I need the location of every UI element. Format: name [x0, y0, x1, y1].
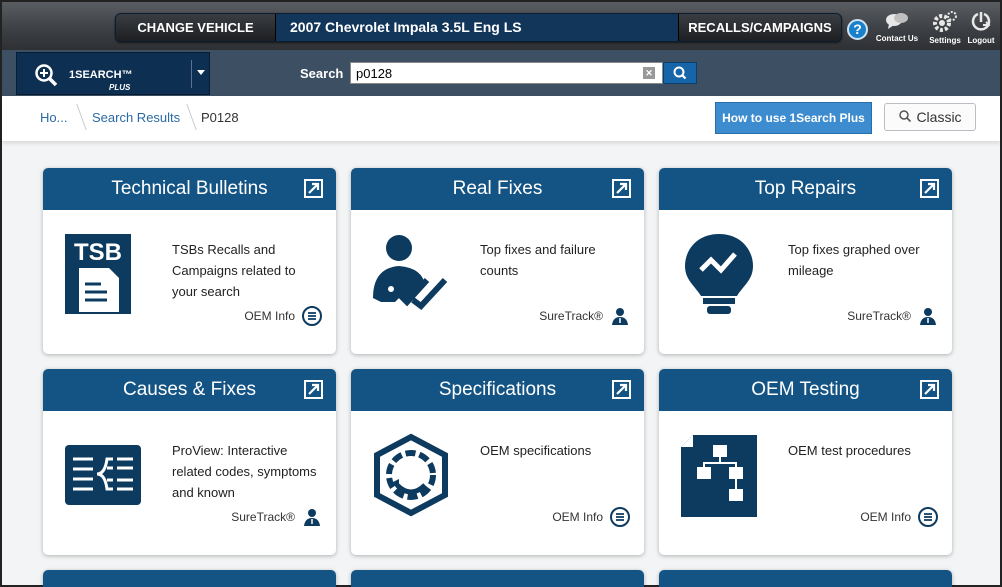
- contact-us-button[interactable]: Contact Us: [874, 11, 920, 43]
- breadcrumb-home[interactable]: Ho...: [40, 110, 67, 125]
- vehicle-name: 2007 Chevrolet Impala 3.5L Eng LS: [290, 19, 522, 35]
- vehicle-bar: CHANGE VEHICLE 2007 Chevrolet Impala 3.5…: [115, 13, 842, 42]
- card-header: Real Fixes: [351, 168, 644, 210]
- source-label: SureTrack®: [847, 309, 911, 323]
- card-real-fixes[interactable]: Real Fixes Top fixes and failure counts …: [351, 168, 644, 354]
- product-name: 1SEARCH™: [69, 69, 133, 81]
- gear-icon: [933, 11, 957, 32]
- card-oem-testing[interactable]: OEM Testing OEM test procedures OEM Info: [659, 369, 952, 555]
- logout-label: Logout: [967, 36, 995, 45]
- chat-bubbles-icon: [886, 13, 908, 29]
- card-description: Top fixes and failure counts: [480, 242, 596, 278]
- expand-icon[interactable]: [612, 380, 631, 399]
- tsb-document-icon: TSB: [65, 234, 131, 314]
- search-button[interactable]: [663, 62, 697, 84]
- product-selector[interactable]: 1SEARCH™ PLUS: [16, 52, 210, 95]
- clear-icon[interactable]: ✕: [643, 67, 655, 79]
- oem-info-icon[interactable]: [610, 507, 630, 527]
- card-description: OEM specifications: [480, 443, 592, 458]
- recalls-campaigns-button[interactable]: RECALLS/CAMPAIGNS: [678, 14, 841, 41]
- flowchart-icon: [681, 435, 757, 517]
- tree-list-icon: [65, 445, 141, 505]
- magnifier-plus-icon: [35, 64, 58, 87]
- logout-button[interactable]: Logout: [961, 11, 1001, 45]
- card-source: OEM Info: [552, 507, 630, 527]
- search-icon: [899, 110, 912, 123]
- search-input[interactable]: [350, 62, 663, 84]
- breadcrumb-separator: [69, 104, 87, 130]
- classic-button[interactable]: Classic: [884, 103, 976, 131]
- change-vehicle-button[interactable]: CHANGE VEHICLE: [116, 14, 276, 41]
- source-label: OEM Info: [244, 309, 295, 323]
- product-sub: PLUS: [109, 83, 131, 92]
- expand-icon[interactable]: [920, 380, 939, 399]
- card-top-repairs[interactable]: Top Repairs Top fixes graphed over milea…: [659, 168, 952, 354]
- card-header: Technical Bulletins: [43, 168, 336, 210]
- card-header: [351, 570, 644, 587]
- oem-info-icon[interactable]: [302, 306, 322, 326]
- card-header: Causes & Fixes: [43, 369, 336, 411]
- card-partial[interactable]: [659, 570, 952, 587]
- card-title: Technical Bulletins: [111, 178, 268, 199]
- chevron-down-icon[interactable]: [197, 70, 205, 75]
- expand-icon[interactable]: [920, 179, 939, 198]
- oem-info-icon[interactable]: [918, 507, 938, 527]
- source-label: OEM Info: [860, 510, 911, 524]
- card-header: Top Repairs: [659, 168, 952, 210]
- top-bar: CHANGE VEHICLE 2007 Chevrolet Impala 3.5…: [2, 2, 1000, 50]
- source-label: SureTrack®: [539, 309, 603, 323]
- breadcrumb-search-results[interactable]: Search Results: [92, 110, 180, 125]
- expand-icon[interactable]: [304, 179, 323, 198]
- divider: [191, 60, 192, 88]
- card-title: Specifications: [438, 379, 557, 400]
- card-header: Specifications: [351, 369, 644, 411]
- contact-us-label: Contact Us: [875, 34, 919, 43]
- card-header: OEM Testing: [659, 369, 952, 411]
- technician-check-icon: [373, 235, 448, 311]
- classic-label: Classic: [916, 109, 962, 125]
- expand-icon[interactable]: [304, 380, 323, 399]
- search-icon: [673, 66, 687, 80]
- card-description: TSBs Recalls and Campaigns related to yo…: [172, 242, 296, 299]
- technician-icon[interactable]: [302, 507, 322, 527]
- card-specifications[interactable]: Specifications OEM specifications OEM In…: [351, 369, 644, 555]
- card-partial[interactable]: [351, 570, 644, 587]
- card-title: OEM Testing: [751, 379, 860, 400]
- breadcrumb-separator: [179, 104, 197, 130]
- search-row: 1SEARCH™ PLUS Search ✕: [2, 50, 1000, 96]
- source-label: SureTrack®: [231, 510, 295, 524]
- card-technical-bulletins[interactable]: Technical Bulletins TSB TSBs Recalls and…: [43, 168, 336, 354]
- card-title: Real Fixes: [452, 178, 543, 199]
- breadcrumb-current: P0128: [201, 110, 239, 125]
- expand-icon[interactable]: [612, 179, 631, 198]
- technician-icon[interactable]: [918, 306, 938, 326]
- technician-icon[interactable]: [610, 306, 630, 326]
- card-title: Top Repairs: [754, 178, 857, 199]
- card-description: Top fixes graphed over mileage: [788, 242, 920, 278]
- svg-text:TSB: TSB: [74, 239, 122, 266]
- card-description: OEM test procedures: [788, 443, 911, 458]
- card-source: OEM Info: [860, 507, 938, 527]
- card-title: Causes & Fixes: [122, 379, 257, 400]
- source-label: OEM Info: [552, 510, 603, 524]
- card-header: [43, 570, 336, 587]
- card-header: [659, 570, 952, 587]
- help-icon[interactable]: ?: [847, 19, 868, 40]
- card-source: SureTrack®: [539, 306, 630, 326]
- card-description: ProView: Interactive related codes, symp…: [172, 443, 317, 500]
- card-source: OEM Info: [244, 306, 322, 326]
- card-source: SureTrack®: [231, 507, 322, 527]
- search-label: Search: [300, 66, 344, 81]
- card-partial[interactable]: [43, 570, 336, 587]
- card-causes-fixes[interactable]: Causes & Fixes ProView: Interactive rela…: [43, 369, 336, 555]
- logout-icon: [971, 12, 991, 31]
- nut-gauge-icon: [374, 433, 448, 517]
- lightbulb-graph-icon: [685, 234, 753, 314]
- how-to-button[interactable]: How to use 1Search Plus: [715, 102, 872, 134]
- card-source: SureTrack®: [847, 306, 938, 326]
